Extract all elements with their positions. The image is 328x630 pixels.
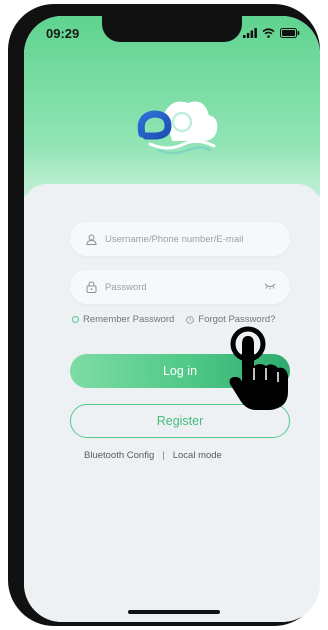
status-time: 09:29 [46,26,80,41]
password-input[interactable] [103,280,257,294]
remember-password-option[interactable]: Remember Password [72,314,174,325]
home-indicator [128,610,220,614]
pointing-hand-icon [229,326,288,410]
bluetooth-config-link[interactable]: Bluetooth Config [84,450,154,461]
svg-text:?: ? [189,318,192,324]
username-input[interactable] [103,232,257,246]
password-field[interactable] [70,270,290,304]
notch [102,16,242,42]
remember-label: Remember Password [83,314,175,325]
footer-links: Bluetooth Config | Local mode [84,450,222,461]
phone-frame: 09:29 Username/Phone number/E-mail Remem… [8,4,320,626]
eye-closed-icon[interactable] [264,282,276,290]
username-field[interactable] [70,222,290,256]
wifi-icon [262,28,275,38]
volume-up-button [12,128,17,168]
status-icons [243,28,300,38]
user-icon [86,234,97,245]
local-mode-link[interactable]: Local mode [173,450,222,461]
app-screen: 09:29 Username/Phone number/E-mail Remem… [24,16,320,622]
hero-header: 09:29 [24,16,320,196]
link-separator: | [162,450,165,461]
volume-down-button [12,180,17,220]
lock-icon [86,281,97,293]
remember-radio[interactable] [72,316,79,323]
help-circle-icon: ? [186,315,195,324]
battery-icon [280,28,300,38]
signal-icon [243,28,257,38]
cloud-logo-icon [135,101,218,155]
mute-switch [12,88,17,110]
